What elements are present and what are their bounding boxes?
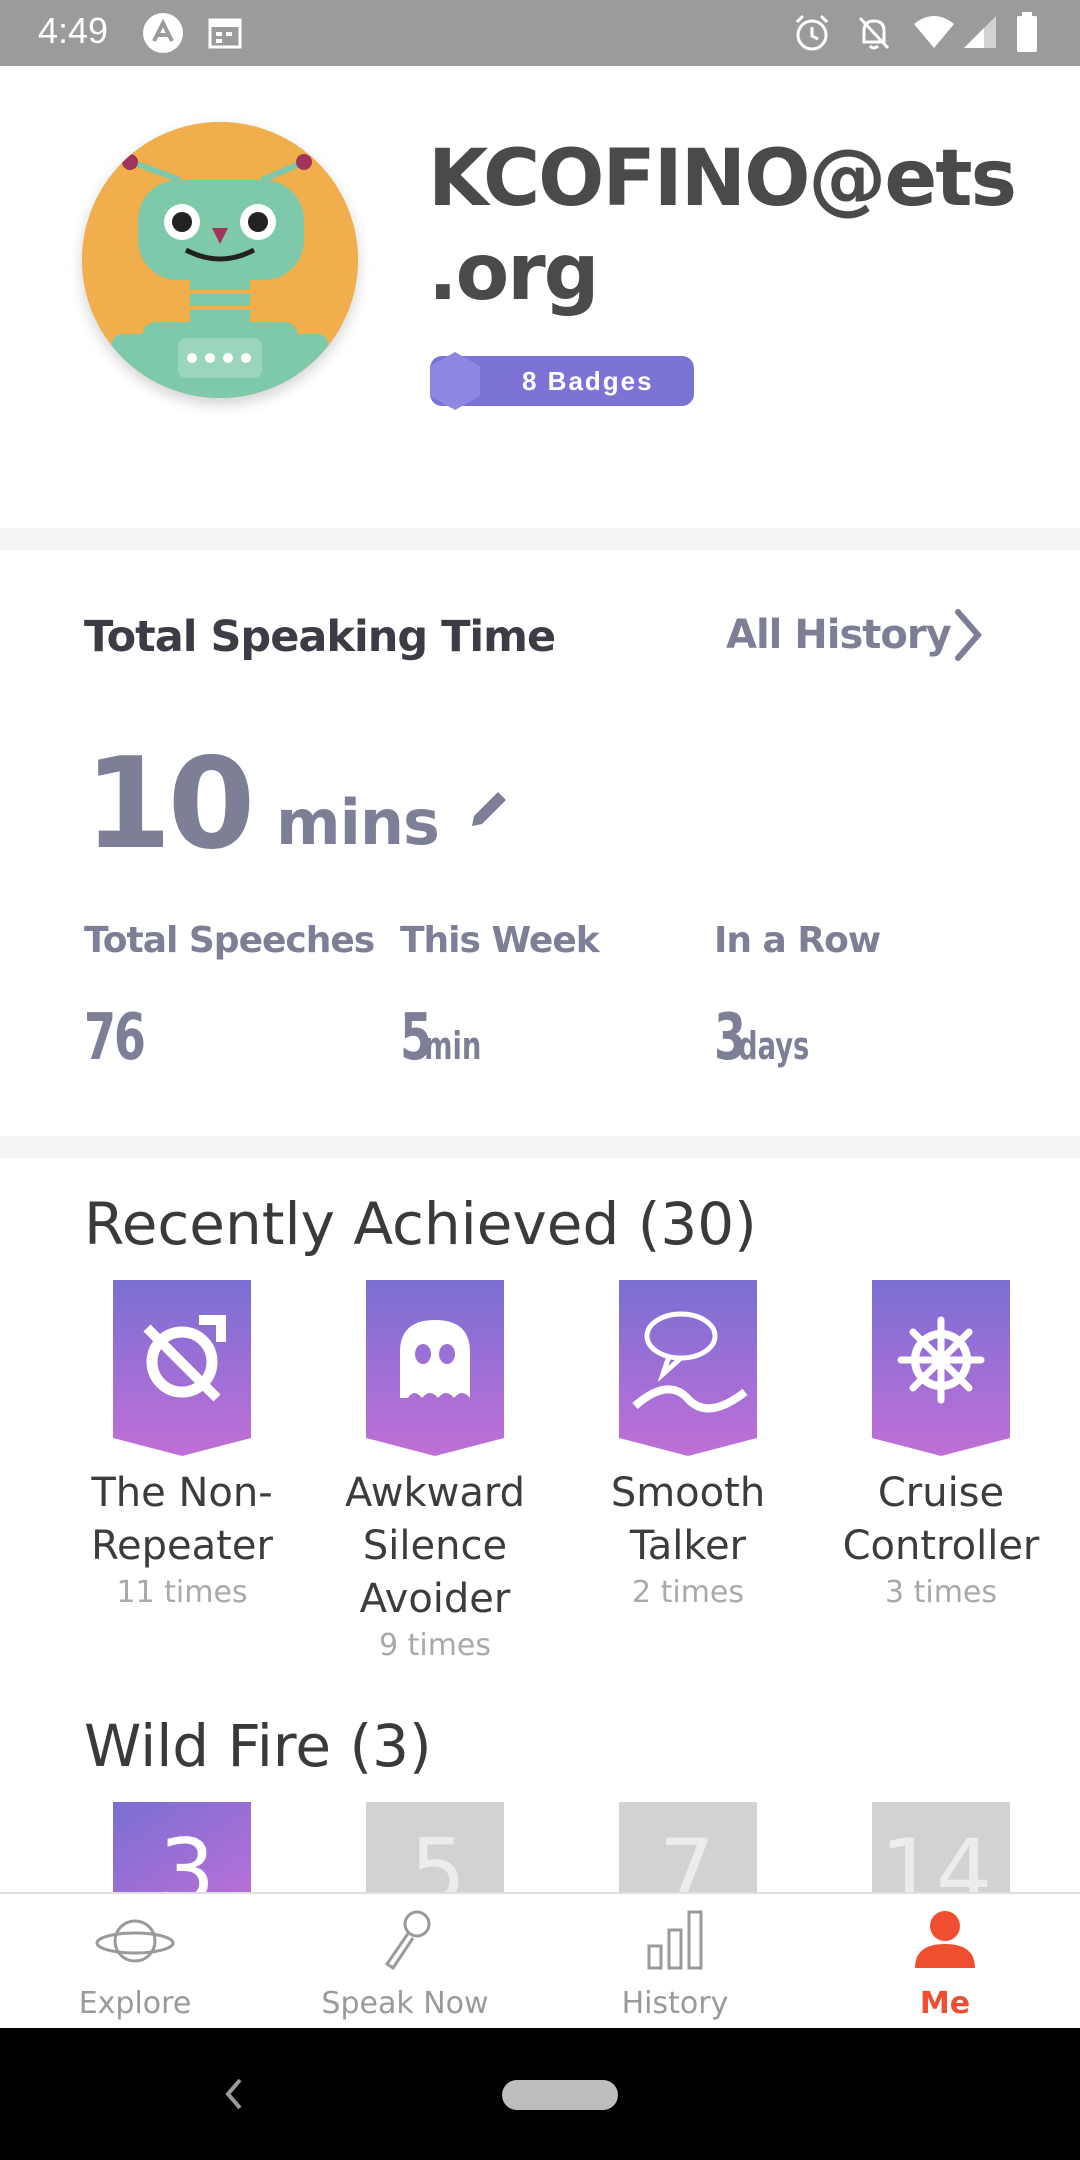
wild-fire-14-day-badge-locked-icon: 14: [872, 1802, 1010, 1892]
no-repeat-icon: [113, 1280, 251, 1456]
calendar-icon: [208, 18, 242, 49]
this-week-unit: min: [423, 1024, 481, 1068]
wild-fire-tile-7-number: 7: [659, 1820, 715, 1892]
wild-fire-tile-7[interactable]: 7: [619, 1802, 757, 1892]
wild-fire-tile-14-number: 14: [880, 1820, 992, 1892]
robot-avatar-icon: [82, 122, 358, 398]
nav-speak-now[interactable]: Speak Now: [270, 1894, 540, 2030]
badge-count: 9 times: [378, 1628, 492, 1663]
nav-speak-now-label: Speak Now: [321, 1986, 489, 2021]
badge-name-line1: The Non-: [91, 1470, 273, 1516]
this-week-label: This Week: [400, 920, 600, 961]
badge-name-line1: Smooth: [610, 1470, 766, 1516]
nav-history-label: History: [621, 1986, 729, 2021]
nav-explore[interactable]: Explore: [0, 1894, 270, 2030]
alarm-icon: [795, 14, 829, 51]
recently-achieved-title: Recently Achieved (30): [84, 1190, 757, 1258]
badges-count-pill[interactable]: 8 Badges: [430, 352, 694, 410]
wild-fire-tile-5-number: 5: [410, 1820, 466, 1892]
microphone-icon: [384, 1910, 431, 1971]
badge-name-line2: Silence: [362, 1523, 508, 1569]
avatar[interactable]: [82, 122, 358, 398]
wild-fire-tile-3-number: 3: [159, 1820, 215, 1892]
badge-name-line3: Avoider: [359, 1576, 511, 1622]
nav-me[interactable]: Me: [810, 1894, 1080, 2030]
in-a-row-unit: days: [737, 1024, 809, 1068]
speaking-stats-card: Total Speaking Time All History 10 mins …: [0, 550, 1080, 1136]
chevron-right-icon[interactable]: [950, 606, 986, 664]
badge-count: 2 times: [631, 1575, 745, 1610]
wild-fire-tile-5[interactable]: 5: [366, 1802, 504, 1892]
signal-icon: [964, 16, 996, 48]
all-history-link[interactable]: All History: [726, 612, 952, 658]
profile-header: KCOFINO@ets .org 8 Badges: [0, 66, 1080, 528]
badge-count: 11 times: [116, 1575, 248, 1610]
ship-wheel-icon: [872, 1280, 1010, 1456]
badge-card-non-repeater[interactable]: The Non- Repeater 11 times: [67, 1280, 297, 1610]
total-speeches-label: Total Speeches: [84, 920, 375, 961]
system-navigation-bar: [0, 2028, 1080, 2160]
planet-icon: [95, 1919, 175, 1963]
total-speeches-stat: Total Speeches 76: [84, 920, 375, 1075]
section-divider: [0, 528, 1080, 550]
person-icon: [915, 1911, 975, 1968]
hexagon-badge-icon: [430, 352, 480, 410]
home-pill[interactable]: [502, 2080, 618, 2110]
badge-name-line2: Talker: [629, 1523, 747, 1569]
stats-title: Total Speaking Time: [84, 612, 556, 662]
bar-chart-icon: [647, 1910, 703, 1970]
badge-name-line1: Cruise: [877, 1470, 1005, 1516]
wifi-icon: [914, 16, 954, 48]
back-icon[interactable]: [222, 2076, 246, 2112]
total-speeches-value: 76: [84, 1001, 146, 1075]
in-a-row-stat: In a Row 3days: [714, 920, 881, 1075]
badge-name-line2: Controller: [842, 1523, 1040, 1569]
wild-fire-title: Wild Fire (3): [84, 1712, 432, 1780]
badge-name-line2: Repeater: [91, 1523, 273, 1569]
wild-fire-5-day-badge-locked-icon: 5: [366, 1802, 504, 1892]
in-a-row-label: In a Row: [714, 920, 881, 961]
badge-card-smooth-talker[interactable]: Smooth Talker 2 times: [573, 1280, 803, 1610]
battery-icon: [1017, 12, 1037, 52]
app-a-icon: [143, 13, 183, 53]
wild-fire-tile-3[interactable]: 3: [113, 1802, 251, 1892]
badge-card-cruise-controller[interactable]: Cruise Controller 3 times: [826, 1280, 1056, 1610]
badge-card-awkward-silence-avoider[interactable]: Awkward Silence Avoider 9 times: [320, 1280, 550, 1663]
ghost-icon: [366, 1280, 504, 1456]
wild-fire-3-day-badge-icon: 3: [113, 1802, 251, 1892]
speech-bubble-icon: [619, 1280, 757, 1456]
section-divider: [0, 1136, 1080, 1158]
wild-fire-tile-14[interactable]: 14: [872, 1802, 1010, 1892]
me-screen: 4:49 KCOFINO@ets .org 8 Badges Total Spe…: [0, 0, 1080, 2160]
badge-name-line1: Awkward: [345, 1470, 525, 1516]
wild-fire-7-day-badge-locked-icon: 7: [619, 1802, 757, 1892]
badge-count: 3 times: [884, 1575, 998, 1610]
notifications-off-icon: [858, 16, 890, 50]
nav-explore-label: Explore: [78, 1986, 192, 2021]
status-time: 4:49: [38, 10, 109, 51]
edit-pencil-icon[interactable]: [466, 786, 512, 832]
status-bar: 4:49: [0, 0, 1080, 66]
badges-count-label: 8 Badges: [522, 366, 654, 396]
total-speaking-time-unit: mins: [276, 786, 440, 859]
this-week-stat: This Week 5min: [400, 920, 600, 1075]
nav-history[interactable]: History: [540, 1894, 810, 2030]
bottom-navigation: Explore Speak Now History Me: [0, 1892, 1080, 2028]
username: KCOFINO@ets .org: [428, 134, 1017, 318]
nav-me-label: Me: [919, 1986, 971, 2021]
total-speaking-time-value: 10: [84, 730, 255, 877]
